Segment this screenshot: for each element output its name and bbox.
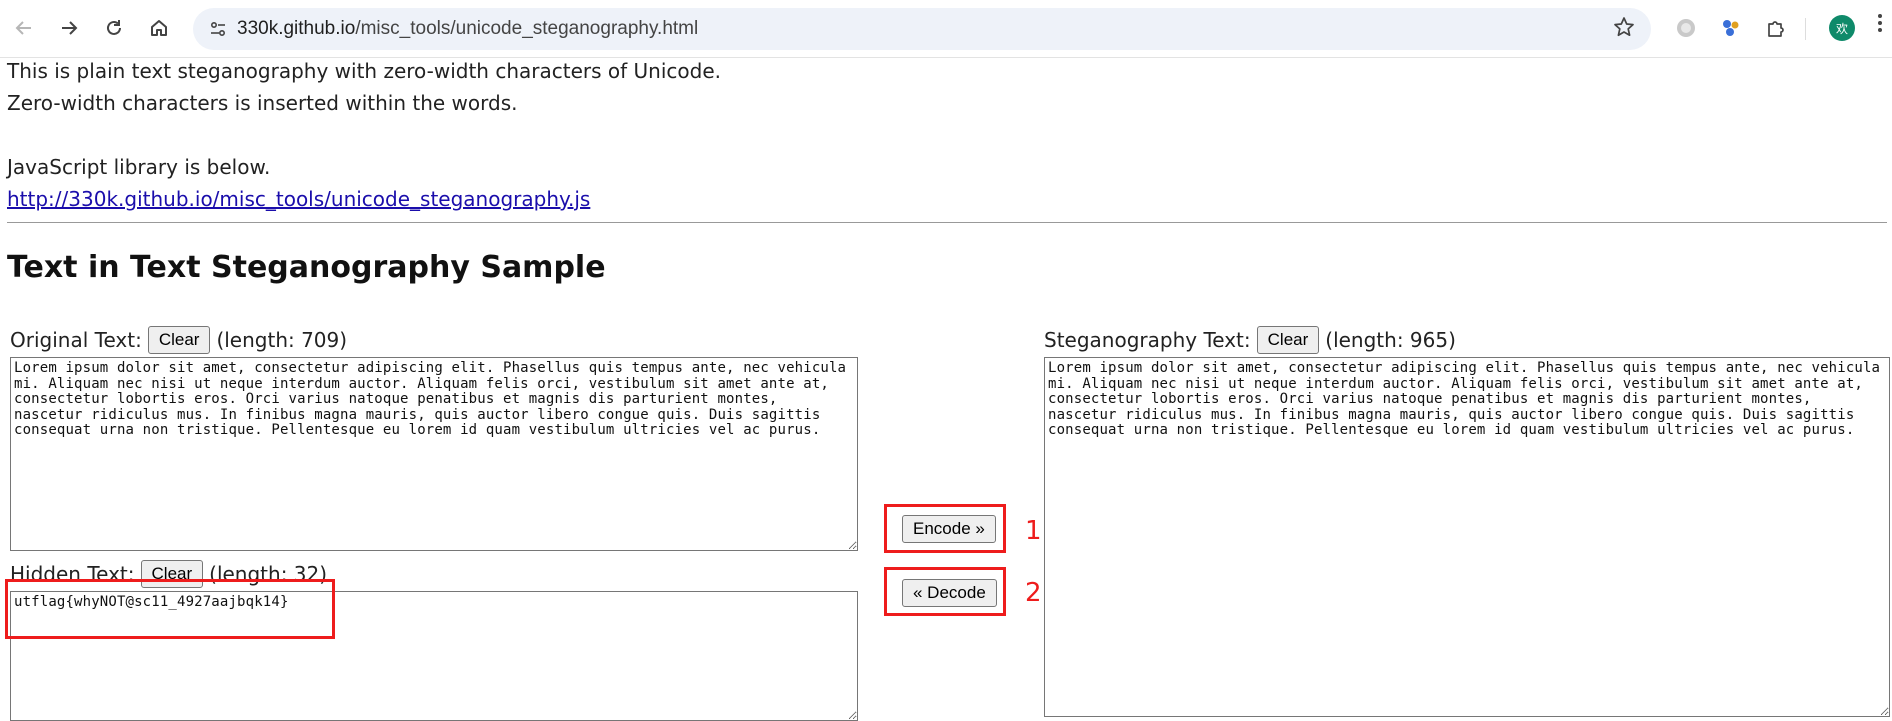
library-link[interactable]: http://330k.github.io/misc_tools/unicode… (7, 187, 590, 211)
original-clear-button[interactable]: Clear (147, 326, 211, 354)
arrow-right-icon[interactable] (55, 14, 83, 42)
intro-line-1: This is plain text steganography with ze… (7, 59, 721, 83)
step-2-label: 2 (1025, 578, 1042, 608)
intro-block: This is plain text steganography with ze… (7, 55, 721, 215)
globe-extension-icon[interactable] (1672, 14, 1700, 42)
stego-text-area[interactable]: Lorem ipsum dolor sit amet, consectetur … (1044, 357, 1890, 717)
url-path: /misc_tools/unicode_steganography.html (355, 18, 699, 39)
more-vertical-icon[interactable] (1877, 12, 1883, 40)
url-text: 330k.github.io/misc_tools/unicode_stegan… (237, 18, 698, 40)
stego-text-label: Steganography Text: (1044, 328, 1251, 352)
hidden-text-highlight-box (5, 579, 335, 639)
address-bar[interactable]: 330k.github.io/misc_tools/unicode_stegan… (193, 8, 1651, 50)
browser-toolbar: 330k.github.io/misc_tools/unicode_stegan… (0, 0, 1892, 58)
stego-clear-button[interactable]: Clear (1256, 326, 1320, 354)
molecule-extension-icon[interactable] (1717, 14, 1745, 42)
intro-line-3: JavaScript library is below. (7, 155, 271, 179)
reload-icon[interactable] (100, 14, 128, 42)
original-text-label: Original Text: (10, 328, 142, 352)
divider (7, 222, 1887, 223)
tune-icon[interactable] (207, 18, 229, 40)
arrow-left-icon[interactable] (10, 14, 38, 42)
intro-line-2: Zero-width characters is inserted within… (7, 91, 518, 115)
stego-text-header: Steganography Text: Clear (length: 965) (1044, 326, 1456, 354)
star-icon[interactable] (1613, 16, 1635, 44)
encode-highlight-box (884, 504, 1006, 553)
decode-highlight-box (884, 567, 1006, 616)
url-host: 330k.github.io (237, 18, 356, 39)
intro-spacer (7, 119, 721, 151)
avatar[interactable]: 欢 (1829, 15, 1855, 41)
step-1-label: 1 (1025, 516, 1042, 546)
toolbar-divider (1805, 18, 1806, 40)
stego-length: (length: 965) (1325, 328, 1456, 352)
original-text-header: Original Text: Clear (length: 709) (10, 326, 347, 354)
original-text-area[interactable]: Lorem ipsum dolor sit amet, consectetur … (10, 357, 858, 551)
home-icon[interactable] (145, 14, 173, 42)
puzzle-icon[interactable] (1762, 14, 1790, 42)
original-length: (length: 709) (216, 328, 348, 352)
section-title: Text in Text Steganography Sample (7, 250, 606, 285)
